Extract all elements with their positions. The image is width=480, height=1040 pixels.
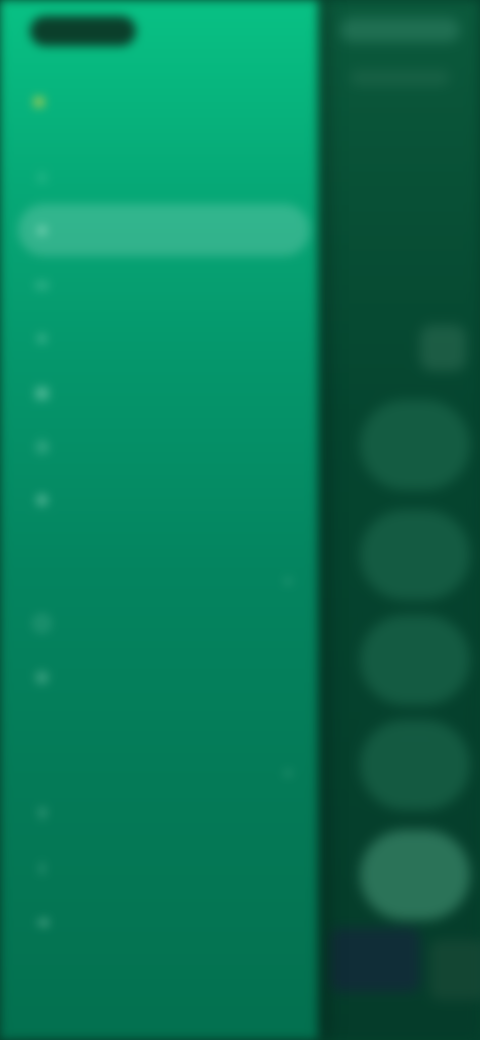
nav-section-two: ⌄ ? i ⇥ bbox=[18, 752, 310, 950]
nav-item[interactable]: ⚙ bbox=[18, 474, 310, 526]
info-icon: i bbox=[40, 860, 44, 876]
chevron-down-icon: ⌄ bbox=[282, 761, 294, 778]
section-title bbox=[18, 752, 32, 788]
status-dot-icon bbox=[34, 97, 44, 107]
background-subtitle bbox=[350, 70, 450, 86]
primary-nav: ⌂ ★ ▭ ≡ ▤ ◷ ⚙ bbox=[18, 150, 310, 528]
section-header[interactable]: ⌄ bbox=[18, 752, 310, 788]
users-icon: ◎ bbox=[35, 667, 49, 684]
nav-item[interactable]: ◎ bbox=[18, 650, 310, 702]
background-card bbox=[360, 510, 470, 600]
chart-icon: ▤ bbox=[35, 383, 49, 400]
background-card bbox=[360, 720, 470, 810]
nav-section-one: ⌄ ◯ ◎ bbox=[18, 560, 310, 704]
logout-icon: ⇥ bbox=[36, 913, 48, 930]
chevron-down-icon: ⌄ bbox=[282, 569, 294, 586]
background-card bbox=[360, 615, 470, 705]
nav-item[interactable]: ≡ bbox=[18, 312, 310, 364]
background-bottom-panel bbox=[330, 928, 420, 992]
nav-item[interactable]: ? bbox=[18, 788, 310, 840]
nav-item[interactable]: ⇥ bbox=[18, 896, 310, 948]
nav-item[interactable]: i bbox=[18, 842, 310, 894]
background-action-button bbox=[360, 830, 470, 920]
folder-icon: ▭ bbox=[35, 275, 49, 292]
section-header[interactable]: ⌄ bbox=[18, 560, 310, 596]
nav-item[interactable]: ▭ bbox=[18, 258, 310, 310]
user-icon: ◯ bbox=[34, 613, 50, 630]
section-title bbox=[18, 560, 32, 596]
navigation-drawer: ⌂ ★ ▭ ≡ ▤ ◷ ⚙ ⌄ ◯ ◎ ⌄ ? i ⇥ bbox=[0, 0, 318, 1040]
home-icon: ⌂ bbox=[37, 168, 47, 184]
nav-item[interactable]: ▤ bbox=[18, 366, 310, 418]
star-icon: ★ bbox=[35, 221, 49, 238]
gear-icon: ⚙ bbox=[35, 491, 49, 508]
list-icon: ≡ bbox=[37, 330, 47, 346]
background-filter-chip bbox=[420, 325, 466, 371]
background-top-bar bbox=[340, 18, 460, 42]
background-card bbox=[360, 400, 470, 490]
help-icon: ? bbox=[38, 806, 46, 822]
nav-item[interactable]: ◯ bbox=[18, 596, 310, 648]
clock-icon: ◷ bbox=[35, 437, 49, 454]
account-header[interactable] bbox=[20, 78, 220, 126]
background-bottom-panel bbox=[430, 940, 480, 1000]
brand-logo[interactable] bbox=[30, 16, 136, 46]
nav-item[interactable]: ⌂ bbox=[18, 150, 310, 202]
nav-item-active[interactable]: ★ bbox=[18, 204, 310, 256]
nav-item[interactable]: ◷ bbox=[18, 420, 310, 472]
